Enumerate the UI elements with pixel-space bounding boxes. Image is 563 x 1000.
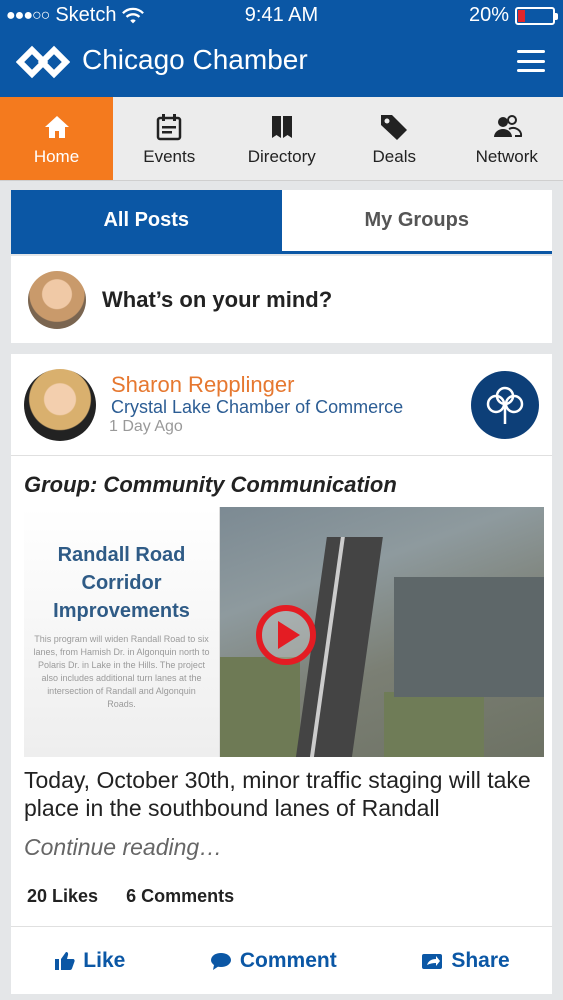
header: ●●●○○ Sketch 9:41 AM 20% Chicago Chamber	[0, 0, 563, 97]
book-icon	[271, 115, 292, 138]
nav-item-label: Network	[475, 146, 538, 166]
composer-prompt[interactable]: What’s on your mind?	[102, 287, 332, 313]
post-header: Sharon Repplinger Crystal Lake Chamber o…	[11, 354, 552, 456]
battery-percent: 20%	[468, 4, 509, 26]
comments-count[interactable]: 6 Comments	[126, 886, 234, 907]
people-icon	[493, 114, 522, 137]
hamburger-icon-bar	[517, 69, 545, 72]
media-title: Randall Road Corridor Improvements	[53, 544, 190, 622]
post-card: Sharon Repplinger Crystal Lake Chamber o…	[11, 354, 552, 994]
share-icon	[422, 953, 443, 969]
battery-icon	[515, 6, 558, 25]
comment-icon	[210, 952, 231, 970]
nav-item-label: Directory	[247, 146, 316, 166]
post-timestamp: 1 Day Ago	[109, 418, 183, 435]
post-group: Group: Community Communication	[24, 472, 397, 497]
continue-reading-link[interactable]: Continue reading…	[24, 834, 222, 861]
avatar	[28, 270, 86, 329]
nav-item-label: Home	[33, 146, 80, 166]
post-actions: Like Comment Share	[11, 926, 552, 994]
author-name[interactable]: Sharon Repplinger	[111, 372, 294, 398]
tree-icon	[486, 386, 524, 424]
nav-item-directory[interactable]: Directory	[226, 97, 339, 180]
author-avatar[interactable]	[24, 369, 96, 441]
like-button[interactable]: Like	[53, 949, 125, 973]
comment-button[interactable]: Comment	[210, 949, 337, 973]
video-thumbnail[interactable]: Randall Road Corridor Improvements This …	[24, 507, 544, 757]
play-icon[interactable]	[256, 605, 316, 665]
status-bar: ●●●○○ Sketch 9:41 AM 20%	[0, 0, 563, 32]
main-nav: Home Events Directory Deals Network	[0, 97, 563, 181]
nav-item-deals[interactable]: Deals	[338, 97, 451, 180]
media-description: This program will widen Randall Road to …	[33, 634, 210, 709]
calendar-icon	[157, 113, 182, 140]
tag-icon	[381, 114, 408, 140]
aerial-road-image	[220, 507, 544, 757]
author-organization[interactable]: Crystal Lake Chamber of Commerce	[111, 397, 403, 418]
hamburger-icon-bar	[517, 59, 545, 63]
post-composer[interactable]: What’s on your mind?	[11, 256, 552, 343]
nav-item-events[interactable]: Events	[113, 97, 226, 180]
nav-item-label: Events	[143, 146, 196, 166]
organization-logo[interactable]	[471, 371, 539, 439]
feed-tabs: All Posts My Groups	[11, 190, 552, 254]
nav-item-label: Deals	[372, 146, 416, 166]
home-icon	[44, 115, 69, 138]
post-stats: 20 Likes 6 Comments	[27, 886, 234, 907]
tab-all-posts[interactable]: All Posts	[11, 190, 282, 251]
app-title: Chicago Chamber	[82, 44, 308, 75]
nav-item-network[interactable]: Network	[451, 97, 563, 180]
post-body: Today, October 30th, minor traffic stagi…	[24, 767, 531, 821]
chamber-logo-icon	[16, 45, 70, 79]
likes-count[interactable]: 20 Likes	[27, 886, 98, 907]
tab-my-groups[interactable]: My Groups	[282, 190, 553, 251]
menu-button[interactable]	[517, 50, 545, 72]
hamburger-icon-bar	[517, 50, 545, 53]
thumbs-up-icon	[55, 951, 75, 970]
nav-item-home[interactable]: Home	[0, 97, 113, 180]
share-button[interactable]: Share	[421, 949, 510, 973]
